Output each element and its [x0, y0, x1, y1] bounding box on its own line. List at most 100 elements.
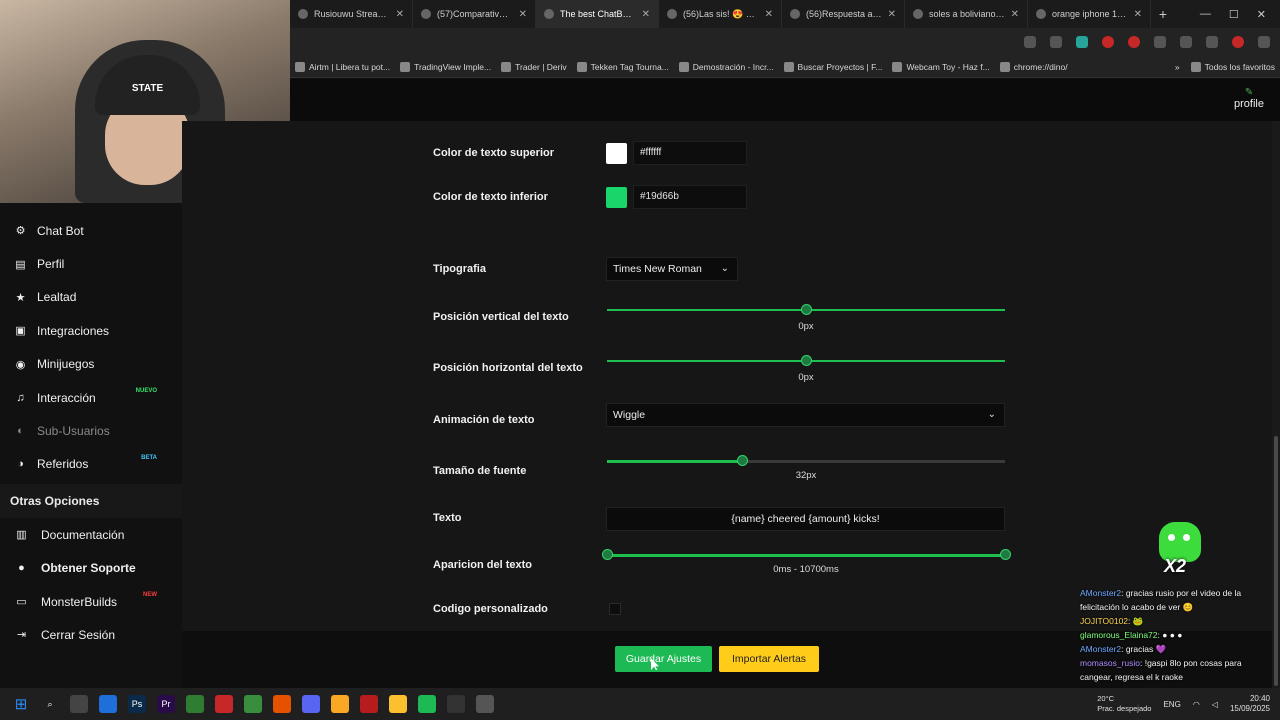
sidebar-item-monsterbuilds[interactable]: ▭ MonsterBuilds NEW [0, 585, 182, 618]
text-appearance-range-slider[interactable] [602, 549, 1011, 560]
slider-handle[interactable] [801, 304, 812, 315]
bookmark-item[interactable]: Tekken Tag Tourna... [572, 61, 674, 72]
windows-start-icon[interactable]: ⊞ [12, 695, 30, 713]
bookmarks-more[interactable]: » [1175, 62, 1186, 72]
maximize-icon[interactable]: ☐ [1229, 8, 1239, 21]
sidebar-item-perfil[interactable]: ▤ Perfil [0, 247, 182, 280]
wifi-icon[interactable]: ◠ [1193, 700, 1200, 709]
spotify-icon[interactable] [418, 695, 436, 713]
import-alerts-button[interactable]: Importar Alertas [719, 646, 819, 672]
close-icon[interactable]: ✕ [888, 9, 896, 20]
close-icon[interactable]: ✕ [765, 9, 773, 20]
slider-handle[interactable] [737, 455, 749, 466]
bookmark-item[interactable]: Buscar Proyectos | F... [779, 61, 888, 72]
font-select[interactable]: Times New Roman ⌄ [606, 257, 738, 281]
bookmark-item[interactable]: chrome://dino/ [995, 61, 1073, 72]
close-icon[interactable]: ✕ [396, 9, 404, 20]
volume-icon[interactable]: ◁ [1212, 700, 1218, 709]
puzzle-icon[interactable] [1180, 36, 1192, 48]
font-label: Tipografia [433, 263, 486, 275]
horizontal-position-slider[interactable] [607, 355, 1005, 366]
record-extension-icon[interactable] [1102, 36, 1114, 48]
save-settings-button[interactable]: Guardar Ajustes [615, 646, 712, 672]
sidebar-item-cerrar-sesi-n[interactable]: ⇥ Cerrar Sesión [0, 618, 182, 651]
animation-select[interactable]: Wiggle ⌄ [606, 403, 1005, 427]
sidebar-item-sub-usuarios[interactable]: ◐ Sub-Usuarios [0, 414, 182, 447]
browser-tab[interactable]: (56)Las sis! 😍 #robe ✕ [659, 0, 782, 28]
top-text-color-input[interactable]: #ffffff [633, 141, 747, 165]
premiere-icon[interactable]: Pr [157, 695, 175, 713]
menu-dots-icon[interactable] [1258, 36, 1270, 48]
clock[interactable]: 20:40 15/09/2025 [1230, 694, 1270, 714]
minecraft-icon[interactable] [244, 695, 262, 713]
browser-tab[interactable]: soles a bolivianos - B ✕ [905, 0, 1028, 28]
vertical-position-label: Posición vertical del texto [433, 311, 569, 323]
search-icon[interactable]: ⌕ [41, 695, 59, 713]
bookmark-item[interactable]: Trader | Deriv [496, 61, 572, 72]
bottom-text-color-input[interactable]: #19d66b [633, 185, 747, 209]
media-icon[interactable] [1206, 36, 1218, 48]
folder-icon[interactable] [331, 695, 349, 713]
browser-toolbar [290, 28, 1280, 56]
sidebar-item-label: Integraciones [37, 323, 110, 338]
translate-icon[interactable] [1024, 36, 1036, 48]
sidebar-item-label: Minijuegos [37, 357, 95, 372]
sidebar-item-lealtad[interactable]: ★ Lealtad [0, 281, 182, 314]
photoshop-icon[interactable]: Ps [128, 695, 146, 713]
bookmark-item[interactable]: TradingView Imple... [395, 61, 496, 72]
browser-tab[interactable]: Rusiouwu Stream - W ✕ [290, 0, 413, 28]
sidebar-item-minijuegos[interactable]: ◉ Minijuegos [0, 348, 182, 381]
sidebar-item-integraciones[interactable]: ▣ Integraciones [0, 314, 182, 347]
new-tab-button[interactable]: + [1151, 6, 1175, 22]
browser-tab[interactable]: orange iphone 17 - B ✕ [1028, 0, 1151, 28]
app-icon[interactable] [215, 695, 233, 713]
file-explorer-icon[interactable] [70, 695, 88, 713]
app-icon[interactable] [360, 695, 378, 713]
bookmark-item[interactable]: Demostración - Incr... [674, 61, 779, 72]
browser-tab[interactable]: (56)Respuesta a @jo ✕ [782, 0, 905, 28]
minimize-icon[interactable]: — [1200, 8, 1211, 21]
bottom-text-color-swatch[interactable] [606, 187, 627, 208]
browser-tab[interactable]: The best ChatBot and ✕ [536, 0, 659, 28]
support-icon: ● [18, 562, 25, 575]
close-icon[interactable]: ✕ [519, 9, 527, 20]
tab-favicon-icon [790, 9, 800, 19]
obs-icon[interactable] [447, 695, 465, 713]
brave-icon[interactable] [273, 695, 291, 713]
profile-link[interactable]: ✎ profile [1234, 87, 1264, 110]
weather-widget[interactable]: 20°C Prac. despejado [1097, 694, 1151, 714]
bookmark-item[interactable]: Airtm | Libera tu pot... [290, 61, 395, 72]
range-end-handle[interactable] [1000, 549, 1011, 560]
extension-icon[interactable] [1076, 36, 1088, 48]
close-icon[interactable]: ✕ [642, 9, 650, 20]
app-icon[interactable] [476, 695, 494, 713]
vertical-position-slider[interactable] [607, 304, 1005, 315]
close-icon[interactable]: ✕ [1011, 9, 1019, 20]
chrome-icon[interactable] [389, 695, 407, 713]
top-text-color-swatch[interactable] [606, 143, 627, 164]
extension-icon[interactable] [1128, 36, 1140, 48]
language-indicator[interactable]: ENG [1163, 700, 1180, 709]
edge-browser-icon[interactable] [99, 695, 117, 713]
sidebar-item-documentaci-n[interactable]: ▥ Documentación [0, 518, 182, 551]
bookmark-item[interactable]: Webcam Toy - Haz f... [887, 61, 994, 72]
profile-avatar-icon[interactable] [1232, 36, 1244, 48]
alert-text-input[interactable]: {name} cheered {amount} kicks! [606, 507, 1005, 531]
store-icon[interactable] [186, 695, 204, 713]
bookmark-star-icon[interactable] [1050, 36, 1062, 48]
discord-icon[interactable] [302, 695, 320, 713]
font-size-slider[interactable] [607, 455, 1005, 466]
browser-tab[interactable]: (57)Comparativa: iPh ✕ [413, 0, 536, 28]
sidebar-item-referidos[interactable]: ◑ Referidos BETA [0, 448, 182, 481]
close-window-icon[interactable]: ✕ [1257, 8, 1266, 21]
sidebar-item-chat-bot[interactable]: ⚙ Chat Bot [0, 214, 182, 247]
all-bookmarks[interactable]: Todos los favoritos [1186, 61, 1280, 72]
slider-handle[interactable] [801, 355, 812, 366]
range-start-handle[interactable] [602, 549, 613, 560]
extension-icon[interactable] [1154, 36, 1166, 48]
chat-username: momasos_rusio [1080, 658, 1140, 668]
custom-code-checkbox[interactable] [609, 603, 621, 615]
sidebar-item-obtener-soporte[interactable]: ● Obtener Soporte [0, 552, 182, 585]
close-icon[interactable]: ✕ [1134, 9, 1142, 20]
sidebar-item-interacci-n[interactable]: ♫ Interacción NUEVO [0, 381, 182, 414]
